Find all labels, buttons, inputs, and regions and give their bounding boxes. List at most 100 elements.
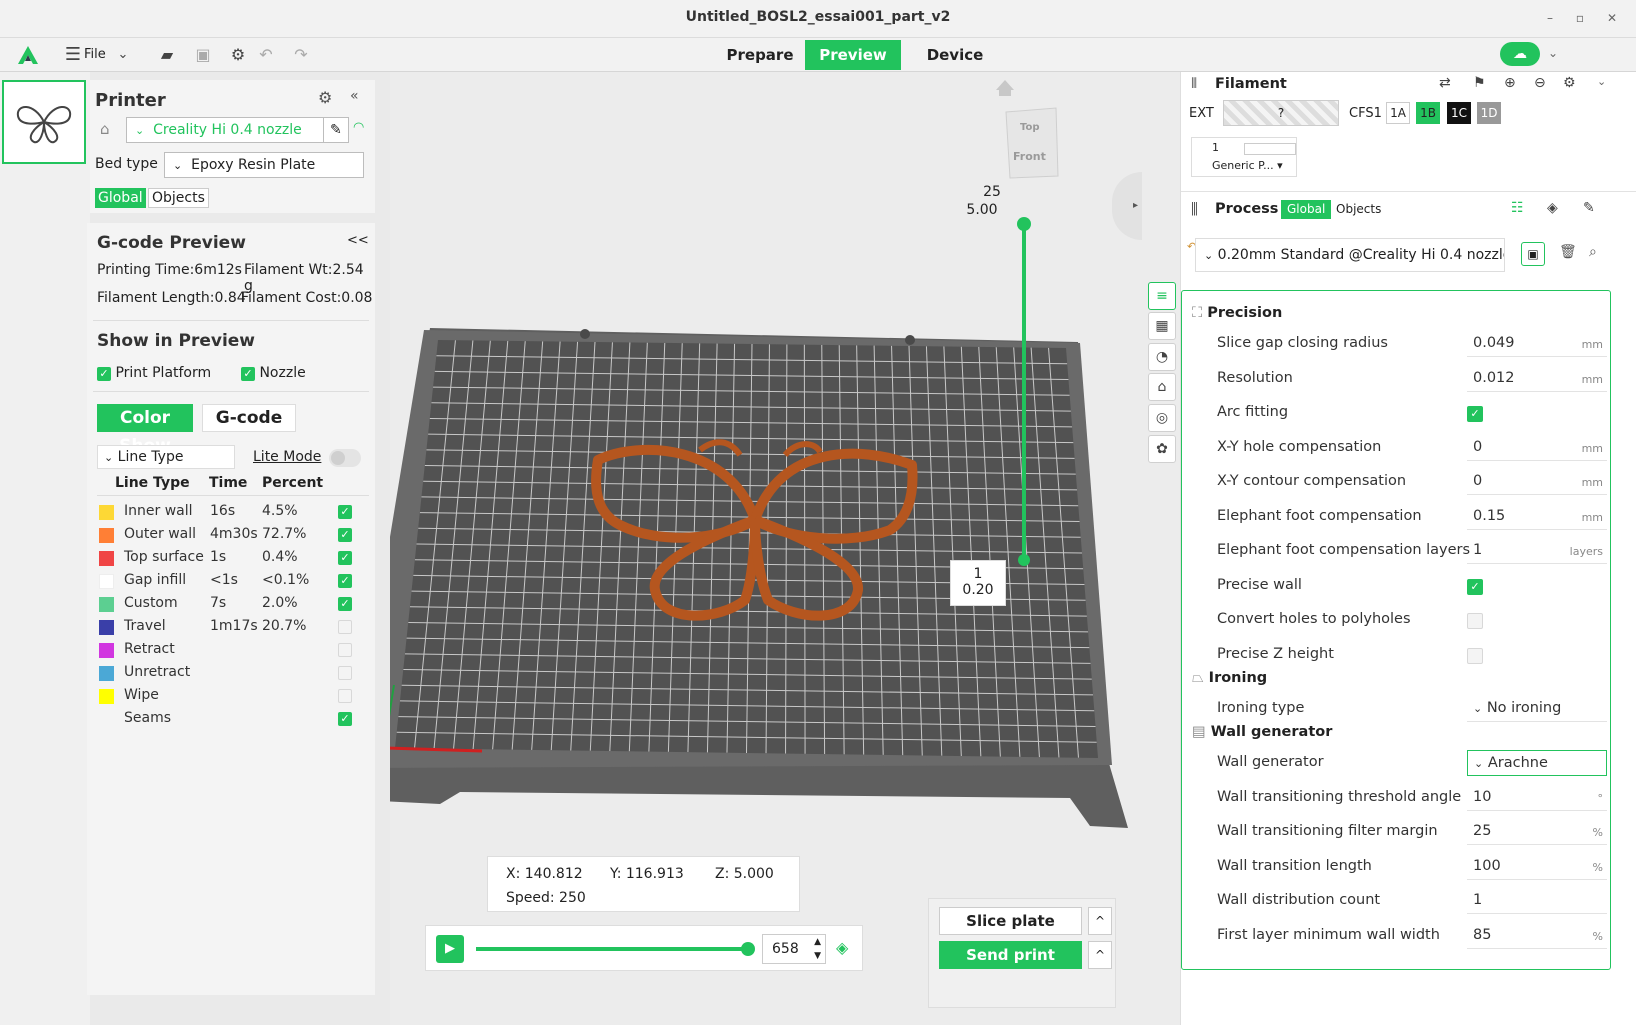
open-folder-icon[interactable]: ▰ bbox=[156, 44, 178, 66]
compare-icon[interactable]: ◈ bbox=[1547, 200, 1558, 216]
ext-slot[interactable]: ? bbox=[1223, 100, 1339, 126]
setting-input[interactable]: 0 mm bbox=[1467, 435, 1607, 461]
lite-mode-toggle[interactable] bbox=[329, 449, 361, 467]
slot-1a[interactable]: 1A bbox=[1386, 102, 1410, 124]
setting-input[interactable]: 100% bbox=[1467, 854, 1607, 880]
setting-input[interactable]: 0.012 mm bbox=[1467, 366, 1607, 392]
visibility-checkbox[interactable] bbox=[338, 620, 352, 634]
gear-icon[interactable]: ⚙ bbox=[227, 44, 249, 66]
visibility-checkbox[interactable]: ✓ bbox=[338, 551, 352, 565]
send-print-button[interactable]: Send print bbox=[939, 941, 1082, 969]
setting-checkbox[interactable]: ✓ bbox=[1467, 406, 1483, 422]
filament-slot-card[interactable]: 1 Generic P... ▾ bbox=[1191, 137, 1297, 177]
slice-options-icon[interactable]: ^ bbox=[1088, 907, 1112, 935]
remove-filament-icon[interactable]: ⊖ bbox=[1534, 75, 1546, 91]
edit-printer-icon[interactable]: ✎ bbox=[323, 117, 349, 143]
printer-select[interactable]: ⌄ Creality Hi 0.4 nozzle bbox=[126, 117, 324, 143]
save-icon[interactable]: ▣ bbox=[192, 44, 214, 66]
filament-settings-icon[interactable]: ⚙ bbox=[1563, 75, 1576, 91]
close-icon[interactable]: ✕ bbox=[1602, 8, 1622, 28]
quality-tab-icon[interactable]: ≡ bbox=[1148, 282, 1176, 310]
add-filament-icon[interactable]: ⊕ bbox=[1504, 75, 1516, 91]
file-menu[interactable]: File bbox=[84, 47, 106, 62]
undo-icon[interactable]: ↶ bbox=[255, 44, 277, 66]
scope-global-tab[interactable]: Global bbox=[95, 188, 146, 208]
nozzle-toggle[interactable]: ✓ Nozzle bbox=[241, 365, 306, 381]
move-index-input[interactable]: 658 ▲ ▼ bbox=[762, 934, 826, 964]
layers-icon[interactable]: ◈ bbox=[836, 938, 848, 957]
printer-settings-icon[interactable]: ⚙ bbox=[318, 88, 332, 107]
speed-tab-icon[interactable]: ◔ bbox=[1148, 343, 1176, 371]
setting-input[interactable]: 85% bbox=[1467, 923, 1607, 949]
tab-preview[interactable]: Preview bbox=[805, 40, 901, 70]
visibility-checkbox[interactable] bbox=[338, 643, 352, 657]
nav-cube[interactable] bbox=[1005, 107, 1059, 179]
chevron-down-icon[interactable]: ⌄ bbox=[112, 44, 134, 66]
home-icon[interactable] bbox=[996, 80, 1014, 96]
play-icon[interactable]: ▶ bbox=[436, 935, 464, 963]
wizard-icon[interactable]: ✎ bbox=[1583, 200, 1595, 216]
scope-objects-tab[interactable]: Objects bbox=[148, 188, 209, 208]
search-icon[interactable]: ⌕ bbox=[1589, 244, 1597, 260]
chevron-down-icon[interactable]: ⌄ bbox=[1597, 75, 1606, 88]
setting-checkbox[interactable] bbox=[1467, 613, 1483, 629]
color-show-tab[interactable]: Color Show bbox=[97, 404, 193, 456]
checkbox-icon[interactable]: ✓ bbox=[97, 367, 111, 381]
slot-1c[interactable]: 1C bbox=[1447, 102, 1471, 124]
strength-tab-icon[interactable]: ▦ bbox=[1148, 312, 1176, 340]
chevron-down-icon[interactable]: ⌄ bbox=[1548, 46, 1558, 60]
visibility-checkbox[interactable] bbox=[338, 666, 352, 680]
collapse-icon[interactable]: « bbox=[350, 88, 359, 104]
visibility-checkbox[interactable]: ✓ bbox=[338, 505, 352, 519]
wall-generator-select[interactable]: ⌄ Arachne bbox=[1467, 750, 1607, 776]
checkbox-icon[interactable]: ✓ bbox=[241, 367, 255, 381]
flush-icon[interactable]: ⚑ bbox=[1473, 75, 1486, 91]
visibility-checkbox[interactable]: ✓ bbox=[338, 712, 352, 726]
delete-preset-icon[interactable]: 🗑 bbox=[1559, 244, 1577, 260]
print-platform-toggle[interactable]: ✓ Print Platform bbox=[97, 365, 211, 381]
setting-input[interactable]: 1 layers bbox=[1467, 538, 1607, 564]
redo-icon[interactable]: ↷ bbox=[290, 44, 312, 66]
save-preset-icon[interactable]: ▣ bbox=[1521, 242, 1545, 266]
cloud-upload-icon[interactable]: ☁ bbox=[1500, 42, 1540, 66]
support-tab-icon[interactable]: ⌂ bbox=[1148, 373, 1176, 401]
menu-icon[interactable]: ☰ bbox=[62, 44, 84, 66]
tab-device[interactable]: Device bbox=[915, 40, 995, 70]
layer-slider-top-handle[interactable] bbox=[1017, 217, 1031, 231]
setting-input[interactable]: 0.049 mm bbox=[1467, 331, 1607, 357]
multimaterial-tab-icon[interactable]: ✿ bbox=[1148, 435, 1176, 463]
visibility-checkbox[interactable] bbox=[338, 689, 352, 703]
ironing-type-select[interactable]: ⌄ No ironing bbox=[1467, 696, 1607, 722]
bed-type-select[interactable]: ⌄ Epoxy Resin Plate bbox=[164, 152, 364, 178]
sync-filament-icon[interactable]: ⇄ bbox=[1439, 75, 1451, 91]
slot-1b[interactable]: 1B bbox=[1416, 102, 1440, 124]
process-preset-select[interactable]: ⌄ 0.20mm Standard @Creality Hi 0.4 nozzl… bbox=[1195, 238, 1505, 272]
visibility-checkbox[interactable]: ✓ bbox=[338, 597, 352, 611]
setting-checkbox[interactable]: ✓ bbox=[1467, 578, 1483, 595]
advanced-toggle-icon[interactable]: ☷ bbox=[1511, 200, 1524, 216]
visibility-checkbox[interactable]: ✓ bbox=[338, 528, 352, 542]
gcode-tab[interactable]: G-code bbox=[202, 404, 296, 432]
layer-slider-bottom-handle[interactable] bbox=[1018, 554, 1030, 566]
move-slider-handle[interactable] bbox=[741, 942, 755, 956]
maximize-icon[interactable]: ▫ bbox=[1570, 8, 1590, 28]
plate-thumbnail[interactable] bbox=[2, 80, 86, 164]
process-scope-global[interactable]: Global bbox=[1281, 200, 1332, 219]
process-scope-objects[interactable]: Objects bbox=[1333, 200, 1384, 219]
setting-input[interactable]: 0.15 mm bbox=[1467, 504, 1607, 530]
line-type-select[interactable]: ⌄ Line Type bbox=[97, 445, 235, 469]
tab-prepare[interactable]: Prepare bbox=[720, 40, 800, 70]
3d-viewport[interactable]: Top Front 25 5.00 1 0.20 ▸ X: 140.812 Y:… bbox=[390, 72, 1180, 1025]
setting-checkbox[interactable] bbox=[1467, 647, 1483, 664]
slot-1d[interactable]: 1D bbox=[1477, 102, 1501, 124]
setting-input[interactable]: 10 ° bbox=[1467, 785, 1607, 811]
setting-input[interactable]: 25% bbox=[1467, 819, 1607, 845]
setting-input[interactable]: 0 mm bbox=[1467, 469, 1607, 495]
setting-input[interactable]: 1 bbox=[1467, 888, 1607, 914]
collapse-button[interactable]: << bbox=[347, 233, 369, 248]
send-options-icon[interactable]: ^ bbox=[1088, 941, 1112, 969]
minimize-icon[interactable]: – bbox=[1540, 8, 1560, 28]
others-tab-icon[interactable]: ◎ bbox=[1148, 404, 1176, 432]
visibility-checkbox[interactable]: ✓ bbox=[338, 574, 352, 588]
slice-plate-button[interactable]: Slice plate bbox=[939, 907, 1082, 935]
